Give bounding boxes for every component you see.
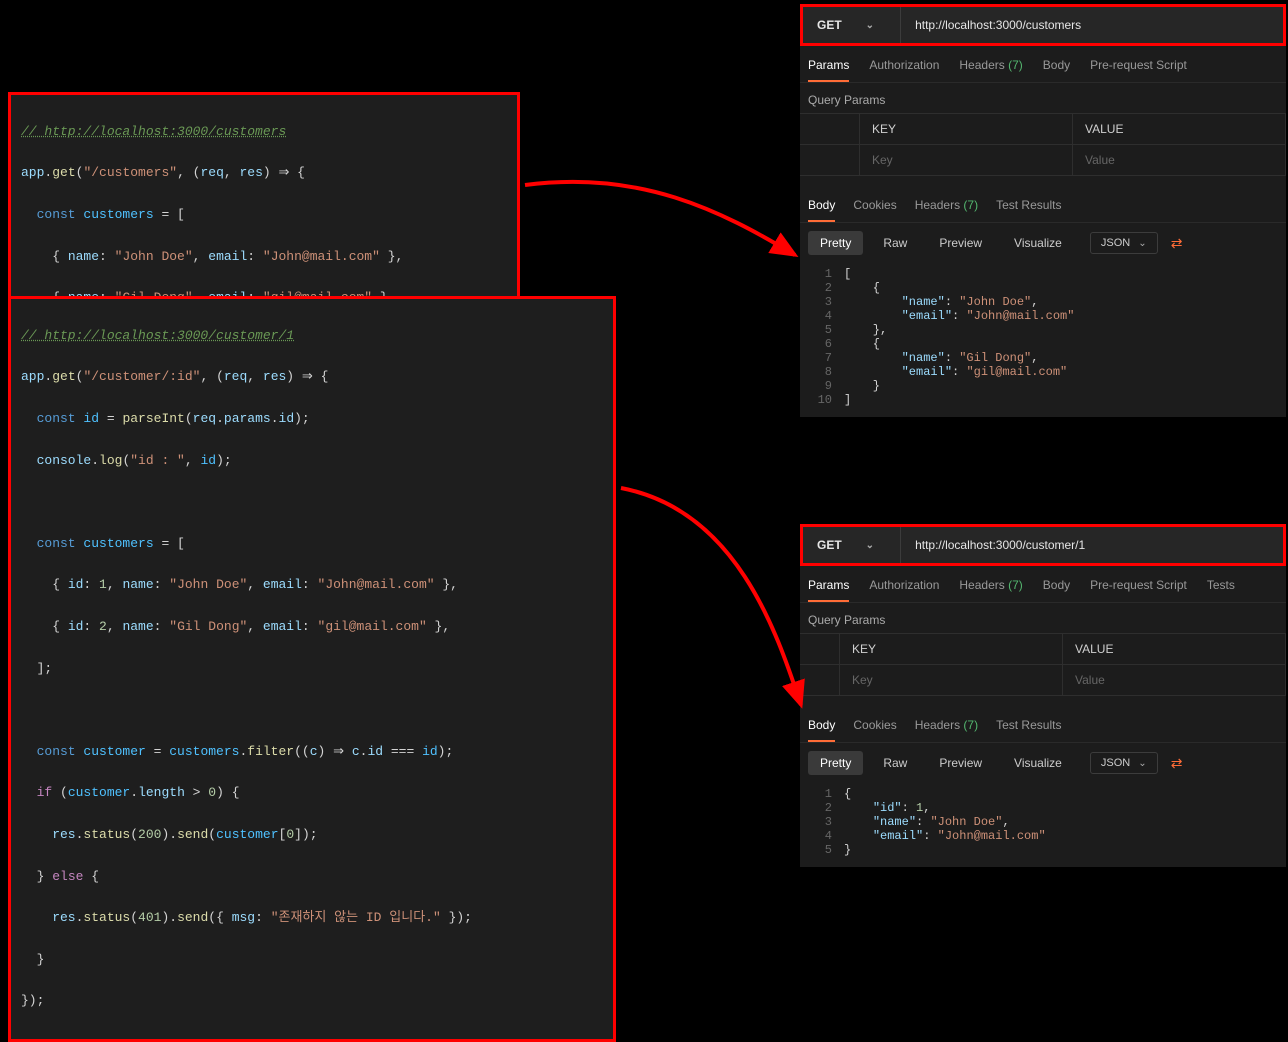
tab-prerequest[interactable]: Pre-request Script: [1090, 58, 1187, 82]
raw-button[interactable]: Raw: [871, 751, 919, 775]
code-editor-customer-id: // http://localhost:3000/customer/1 app.…: [8, 296, 616, 1042]
query-params-label: Query Params: [800, 603, 1286, 633]
query-params-table: KEYVALUE KeyValue: [800, 113, 1286, 176]
visualize-button[interactable]: Visualize: [1002, 751, 1074, 775]
request-tabs: Params Authorization Headers (7) Body Pr…: [800, 566, 1286, 603]
tab-test-results[interactable]: Test Results: [996, 718, 1061, 742]
postman-request-customers: GET ⌄ http://localhost:3000/customers Pa…: [800, 4, 1286, 417]
format-select[interactable]: JSON⌄: [1090, 232, 1158, 254]
format-select[interactable]: JSON⌄: [1090, 752, 1158, 774]
tab-params[interactable]: Params: [808, 58, 849, 82]
column-key: KEY: [860, 114, 1073, 144]
method-label: GET: [817, 18, 842, 32]
tab-tests[interactable]: Tests: [1207, 578, 1235, 602]
query-params-table: KEYVALUE KeyValue: [800, 633, 1286, 696]
value-input[interactable]: Value: [1073, 145, 1286, 175]
tab-prerequest[interactable]: Pre-request Script: [1090, 578, 1187, 602]
tab-params[interactable]: Params: [808, 578, 849, 602]
pretty-button[interactable]: Pretty: [808, 751, 863, 775]
tab-cookies[interactable]: Cookies: [853, 198, 896, 222]
tab-response-body[interactable]: Body: [808, 718, 835, 742]
arrow-icon: [616, 480, 816, 720]
tab-authorization[interactable]: Authorization: [869, 578, 939, 602]
code-comment: // http://localhost:3000/customer/1: [21, 328, 294, 343]
value-input[interactable]: Value: [1063, 665, 1286, 695]
http-method-select[interactable]: GET ⌄: [803, 7, 901, 43]
request-line: GET ⌄ http://localhost:3000/customer/1: [800, 524, 1286, 566]
tab-test-results[interactable]: Test Results: [996, 198, 1061, 222]
key-input[interactable]: Key: [840, 665, 1063, 695]
preview-button[interactable]: Preview: [927, 231, 994, 255]
http-method-select[interactable]: GET ⌄: [803, 527, 901, 563]
request-tabs: Params Authorization Headers (7) Body Pr…: [800, 46, 1286, 83]
column-value: VALUE: [1063, 634, 1286, 664]
chevron-down-icon: ⌄: [866, 20, 874, 31]
chevron-down-icon: ⌄: [1138, 758, 1146, 769]
raw-button[interactable]: Raw: [871, 231, 919, 255]
response-view-toolbar: Pretty Raw Preview Visualize JSON⌄ ⇄: [800, 223, 1286, 263]
tab-authorization[interactable]: Authorization: [869, 58, 939, 82]
tab-response-body[interactable]: Body: [808, 198, 835, 222]
request-line: GET ⌄ http://localhost:3000/customers: [800, 4, 1286, 46]
code-comment: // http://localhost:3000/customers: [21, 124, 286, 139]
tab-cookies[interactable]: Cookies: [853, 718, 896, 742]
tab-headers[interactable]: Headers (7): [959, 58, 1022, 82]
tab-headers[interactable]: Headers (7): [959, 578, 1022, 602]
postman-request-customer-id: GET ⌄ http://localhost:3000/customer/1 P…: [800, 524, 1286, 867]
tab-response-headers[interactable]: Headers (7): [915, 198, 978, 222]
url-input[interactable]: http://localhost:3000/customer/1: [901, 527, 1283, 563]
chevron-down-icon: ⌄: [866, 540, 874, 551]
query-params-label: Query Params: [800, 83, 1286, 113]
wrap-lines-icon[interactable]: ⇄: [1166, 232, 1188, 254]
tab-body[interactable]: Body: [1043, 58, 1070, 82]
tab-response-headers[interactable]: Headers (7): [915, 718, 978, 742]
arrow-icon: [520, 160, 810, 270]
wrap-lines-icon[interactable]: ⇄: [1166, 752, 1188, 774]
response-tabs: Body Cookies Headers (7) Test Results: [800, 708, 1286, 743]
pretty-button[interactable]: Pretty: [808, 231, 863, 255]
visualize-button[interactable]: Visualize: [1002, 231, 1074, 255]
response-body: 1{2 "id": 1,3 "name": "John Doe",4 "emai…: [800, 783, 1286, 867]
tab-body[interactable]: Body: [1043, 578, 1070, 602]
key-input[interactable]: Key: [860, 145, 1073, 175]
chevron-down-icon: ⌄: [1138, 238, 1146, 249]
method-label: GET: [817, 538, 842, 552]
column-key: KEY: [840, 634, 1063, 664]
column-value: VALUE: [1073, 114, 1286, 144]
response-tabs: Body Cookies Headers (7) Test Results: [800, 188, 1286, 223]
preview-button[interactable]: Preview: [927, 751, 994, 775]
response-view-toolbar: Pretty Raw Preview Visualize JSON⌄ ⇄: [800, 743, 1286, 783]
url-input[interactable]: http://localhost:3000/customers: [901, 7, 1283, 43]
response-body: 1[2 {3 "name": "John Doe",4 "email": "Jo…: [800, 263, 1286, 417]
